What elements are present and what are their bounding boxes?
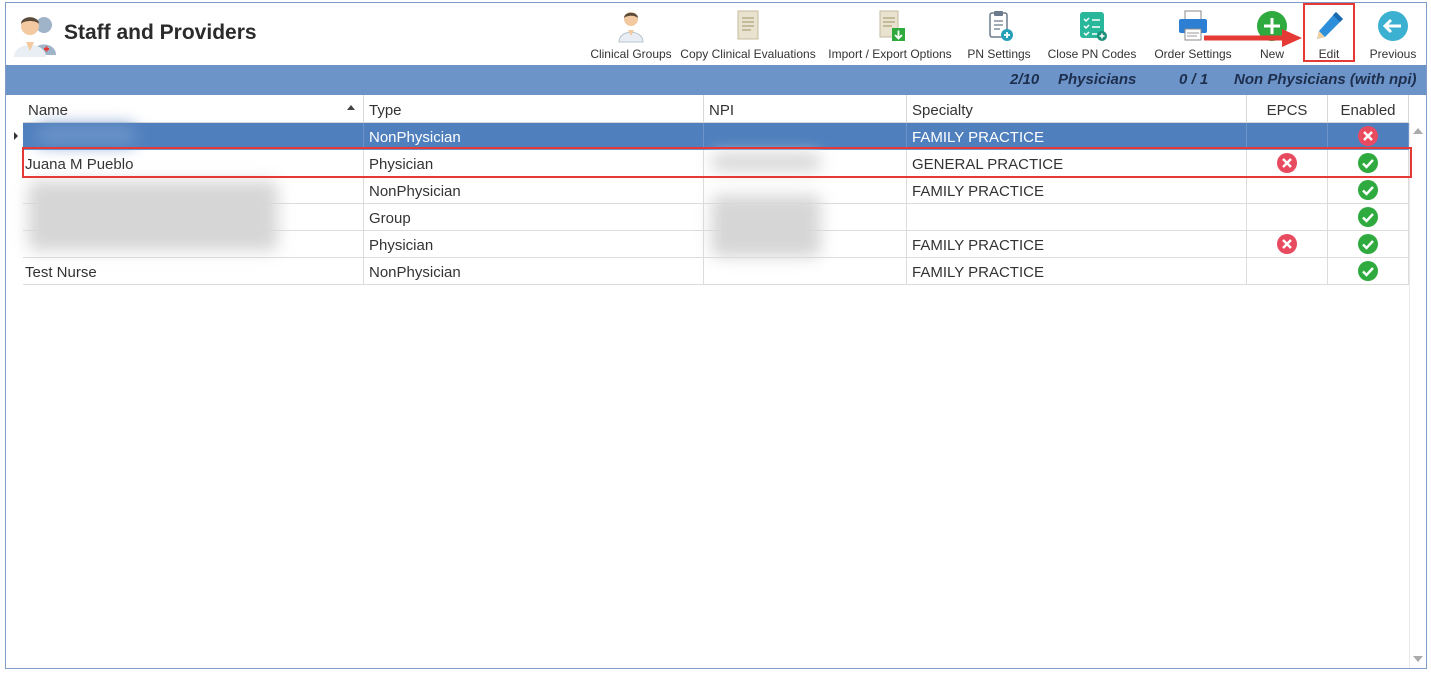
cell-specialty[interactable]: FAMILY PRACTICE bbox=[907, 258, 1247, 285]
header: Staff and Providers Clinical Groups Copy… bbox=[6, 3, 1426, 65]
close-pn-codes-button[interactable]: Close PN Codes bbox=[1046, 7, 1138, 63]
edit-highlight-box bbox=[1303, 3, 1355, 62]
close-pn-codes-label: Close PN Codes bbox=[1047, 47, 1137, 61]
column-header-type[interactable]: Type bbox=[364, 95, 704, 123]
cell-type[interactable]: NonPhysician bbox=[364, 123, 704, 150]
row-highlight-box bbox=[22, 147, 1412, 178]
column-header-enabled[interactable]: Enabled bbox=[1328, 95, 1409, 123]
vertical-scrollbar[interactable] bbox=[1409, 123, 1426, 668]
order-settings-label: Order Settings bbox=[1154, 47, 1232, 61]
cell-enabled[interactable] bbox=[1328, 231, 1409, 258]
cell-type[interactable]: Physician bbox=[364, 231, 704, 258]
import-export-options-label: Import / Export Options bbox=[828, 47, 952, 61]
physicians-count: 2/10 bbox=[1010, 71, 1040, 88]
summary-bar: 2/10 Physicians 0 / 1 Non Physicians (wi… bbox=[6, 65, 1426, 95]
previous-button[interactable]: Previous bbox=[1366, 7, 1420, 63]
check-icon bbox=[1358, 234, 1378, 254]
redacted-names bbox=[28, 181, 278, 251]
cell-epcs[interactable] bbox=[1247, 231, 1328, 258]
check-icon bbox=[1358, 261, 1378, 281]
import-export-options-button[interactable]: Import / Export Options bbox=[824, 7, 956, 63]
name-header-label: Name bbox=[28, 102, 69, 119]
cell-type[interactable]: NonPhysician bbox=[364, 258, 704, 285]
physicians-label: Physicians bbox=[1058, 71, 1137, 88]
sort-ascending-icon bbox=[347, 105, 355, 110]
cross-icon bbox=[1358, 126, 1378, 146]
pn-settings-label: PN Settings bbox=[967, 47, 1031, 61]
column-header-name[interactable]: Name bbox=[23, 95, 364, 123]
document-icon bbox=[737, 10, 759, 40]
cell-enabled[interactable] bbox=[1328, 204, 1409, 231]
nonphysicians-label: Non Physicians (with npi) bbox=[1234, 71, 1417, 88]
cell-enabled[interactable] bbox=[1328, 177, 1409, 204]
nonphysicians-count: 0 / 1 bbox=[1179, 71, 1209, 88]
copy-clinical-evaluations-button[interactable]: Copy Clinical Evaluations bbox=[680, 7, 816, 63]
cell-specialty[interactable]: FAMILY PRACTICE bbox=[907, 123, 1247, 150]
import-export-icon bbox=[879, 10, 905, 41]
cell-type[interactable]: Group bbox=[364, 204, 704, 231]
cell-enabled[interactable] bbox=[1328, 258, 1409, 285]
providers-table: Name Type NPI Specialty EPCS Enabled Non… bbox=[6, 95, 1426, 668]
clipboard-add-icon bbox=[989, 11, 1013, 41]
redacted-name bbox=[36, 125, 136, 145]
check-icon bbox=[1358, 207, 1378, 227]
previous-label: Previous bbox=[1369, 47, 1417, 61]
back-arrow-icon bbox=[1378, 11, 1408, 41]
cell-epcs[interactable] bbox=[1247, 177, 1328, 204]
column-header-npi[interactable]: NPI bbox=[704, 95, 907, 123]
checklist-icon bbox=[1080, 12, 1107, 41]
cell-epcs[interactable] bbox=[1247, 204, 1328, 231]
copy-clinical-evaluations-label: Copy Clinical Evaluations bbox=[680, 47, 816, 61]
annotation-arrow-icon bbox=[1204, 29, 1302, 47]
cell-epcs[interactable] bbox=[1247, 258, 1328, 285]
staff-doctor-icon bbox=[14, 17, 56, 57]
new-label: New bbox=[1259, 47, 1284, 61]
cell-epcs[interactable] bbox=[1247, 123, 1328, 150]
doctor-icon bbox=[618, 12, 644, 43]
cell-npi[interactable] bbox=[704, 123, 907, 150]
cell-specialty[interactable] bbox=[907, 204, 1247, 231]
clinical-groups-label: Clinical Groups bbox=[590, 47, 672, 61]
current-row-indicator-icon bbox=[6, 123, 24, 150]
cell-name[interactable]: Test Nurse bbox=[23, 258, 364, 285]
pn-settings-button[interactable]: PN Settings bbox=[964, 7, 1034, 63]
page-title: Staff and Providers bbox=[64, 21, 257, 44]
column-header-specialty[interactable]: Specialty bbox=[907, 95, 1247, 123]
redacted-npis bbox=[711, 195, 821, 257]
cell-npi[interactable] bbox=[704, 258, 907, 285]
cross-icon bbox=[1277, 234, 1297, 254]
column-header-epcs[interactable]: EPCS bbox=[1247, 95, 1328, 123]
check-icon bbox=[1358, 180, 1378, 200]
cell-enabled[interactable] bbox=[1328, 123, 1409, 150]
scroll-down-icon[interactable] bbox=[1413, 656, 1423, 662]
clinical-groups-button[interactable]: Clinical Groups bbox=[589, 7, 673, 63]
cell-specialty[interactable]: FAMILY PRACTICE bbox=[907, 231, 1247, 258]
staff-providers-window: Staff and Providers Clinical Groups Copy… bbox=[5, 2, 1427, 669]
scroll-up-icon[interactable] bbox=[1413, 128, 1423, 134]
cell-specialty[interactable]: FAMILY PRACTICE bbox=[907, 177, 1247, 204]
cell-type[interactable]: NonPhysician bbox=[364, 177, 704, 204]
